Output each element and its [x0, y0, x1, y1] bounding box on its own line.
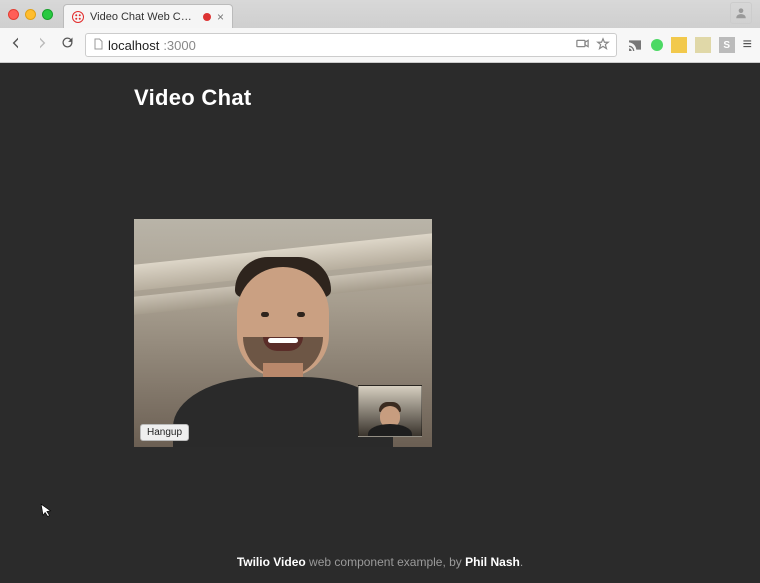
cast-icon[interactable]	[627, 37, 643, 53]
reload-button[interactable]	[60, 35, 75, 55]
extension-tan-icon[interactable]	[695, 37, 711, 53]
url-host: localhost	[108, 38, 159, 53]
url-path: :3000	[163, 38, 196, 53]
address-bar[interactable]: localhost :3000	[85, 33, 617, 57]
footer-text: Twilio Video web component example, by P…	[0, 555, 760, 569]
video-chat-frame: Hangup	[134, 219, 432, 447]
tab-strip: Video Chat Web Compo ×	[0, 0, 760, 28]
extension-icons: S ≡	[627, 36, 752, 54]
forward-button	[34, 35, 50, 56]
tab-close-icon[interactable]: ×	[217, 11, 224, 23]
page-content: Video Chat Hangup	[0, 63, 760, 583]
back-button[interactable]	[8, 35, 24, 56]
tab-title: Video Chat Web Compo	[90, 11, 197, 23]
window-close-icon[interactable]	[8, 9, 19, 20]
omnibox-actions	[575, 36, 610, 54]
page-icon	[92, 38, 104, 53]
window-zoom-icon[interactable]	[42, 9, 53, 20]
toolbar: localhost :3000 S ≡	[0, 28, 760, 62]
extension-green-dot-icon[interactable]	[651, 39, 663, 51]
footer-middle: web component example, by	[306, 555, 465, 569]
page-title: Video Chat	[134, 85, 760, 111]
person-icon	[730, 2, 752, 24]
footer-brand: Twilio Video	[237, 555, 306, 569]
window-controls	[8, 9, 53, 20]
footer-suffix: .	[520, 555, 523, 569]
camera-icon[interactable]	[575, 36, 590, 54]
window-minimize-icon[interactable]	[25, 9, 36, 20]
menu-icon[interactable]: ≡	[743, 36, 752, 54]
hangup-button[interactable]: Hangup	[140, 424, 189, 441]
browser-chrome: Video Chat Web Compo × localhost :3000	[0, 0, 760, 63]
extension-s-icon[interactable]: S	[719, 37, 735, 53]
cursor-icon	[38, 501, 56, 522]
extension-yellow-icon[interactable]	[671, 37, 687, 53]
footer-author-link[interactable]: Phil Nash	[465, 555, 520, 569]
profile-button[interactable]	[730, 2, 752, 24]
bookmark-star-icon[interactable]	[596, 37, 610, 54]
browser-tab[interactable]: Video Chat Web Compo ×	[63, 4, 233, 28]
twilio-icon	[72, 11, 84, 23]
local-video-preview	[358, 385, 422, 437]
recording-indicator-icon	[203, 13, 211, 21]
